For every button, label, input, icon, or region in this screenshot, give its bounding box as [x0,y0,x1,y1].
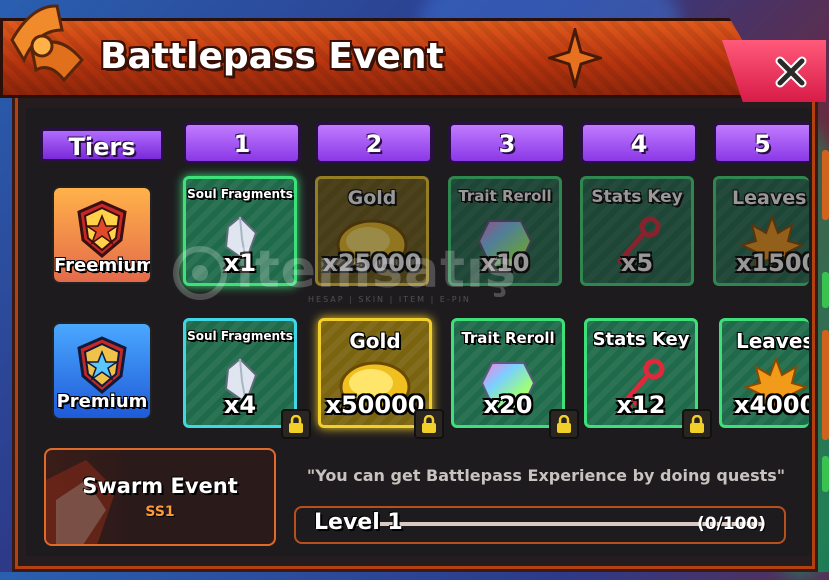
close-x-icon[interactable] [758,48,824,96]
reward-name: Stats Key [591,187,683,207]
sparkle-icon [548,28,602,88]
reward-quantity: x20 [483,391,533,419]
reward-quantity: x1500 [736,249,809,277]
tier-number-1: 1 [183,122,301,164]
tier-number-4: 4 [580,122,698,164]
reward-quantity: x12 [616,391,666,419]
side-tab-orange[interactable] [822,150,829,220]
event-subtitle: SS1 [145,504,175,520]
lock-icon [414,409,444,439]
reward-name: Soul Fragments [187,187,293,201]
blue-star-shield-icon [77,336,127,394]
premium-track: Premium [52,322,152,420]
reward-quantity: x5 [620,249,654,277]
reward-card-free-2[interactable]: Gold x25000 [315,176,429,286]
battlepass-window: Battlepass Event Tiers 1 2 3 4 5 Freemiu… [0,0,829,572]
side-tab-green[interactable] [822,456,829,492]
reward-name: Leaves [736,329,809,353]
tier-number-2: 2 [315,122,433,164]
gold-star-shield-icon [77,200,127,258]
level-progress: Level 1 (0/100) [294,506,786,544]
reward-card-premium-1[interactable]: Soul Fragments x4 [183,318,297,428]
reward-quantity: x4 [223,391,257,419]
reward-name: Trait Reroll [461,329,555,347]
ribbon-bow-icon [10,4,84,83]
reward-quantity: x10 [480,249,530,277]
reward-quantity: x25000 [322,249,422,277]
battlepass-hint: "You can get Battlepass Experience by do… [306,466,786,485]
tier-number-3: 3 [448,122,566,164]
reward-name: Soul Fragments [187,329,293,343]
freemium-track: Freemium [52,186,152,284]
reward-quantity: x1 [223,249,257,277]
level-label: Level 1 [314,510,403,535]
reward-name: Trait Reroll [458,187,552,205]
side-tab-orange[interactable] [822,330,829,440]
event-title: Swarm Event [82,474,238,498]
reward-name: Gold [349,329,401,353]
lock-icon [549,409,579,439]
reward-card-premium-4[interactable]: Stats Key x12 [584,318,698,428]
reward-card-premium-3[interactable]: Trait Reroll x20 [451,318,565,428]
tiers-label: Tiers [40,128,164,162]
lock-icon [281,409,311,439]
reward-card-free-3[interactable]: Trait Reroll x10 [448,176,562,286]
reward-card-free-4[interactable]: Stats Key x5 [580,176,694,286]
reward-name: Leaves [732,187,807,209]
reward-quantity: x4000 [734,391,809,419]
lock-icon [682,409,712,439]
reward-card-free-1[interactable]: Soul Fragments x1 [183,176,297,286]
tier-number-5: 5 [713,122,809,164]
reward-name: Gold [347,187,397,209]
reward-card-premium-5[interactable]: Leaves x4000 [719,318,809,428]
premium-label: Premium [56,391,148,412]
window-title: Battlepass Event [100,36,444,77]
reward-name: Stats Key [592,329,690,350]
reward-card-free-5[interactable]: Leaves x1500 [713,176,809,286]
swarm-event-card[interactable]: Swarm Event SS1 [44,448,276,546]
event-character-art [46,460,116,544]
side-tab-green[interactable] [822,272,829,308]
freemium-label: Freemium [54,255,152,276]
reward-quantity: x50000 [325,391,425,419]
xp-count: (0/100) [696,514,766,534]
